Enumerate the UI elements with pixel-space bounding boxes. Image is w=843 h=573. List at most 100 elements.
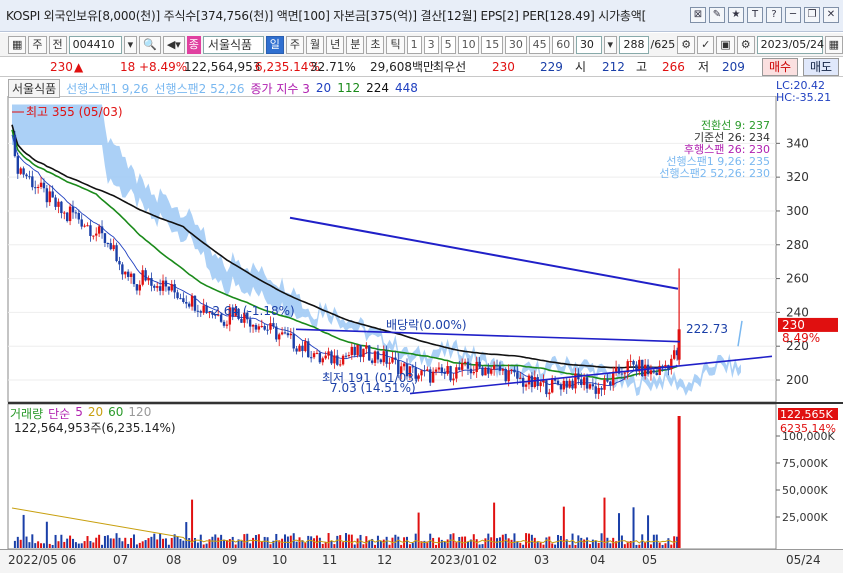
candle-body — [48, 191, 51, 203]
check-icon[interactable]: ✓ — [697, 35, 715, 54]
search-button[interactable]: 🔍 — [139, 35, 161, 54]
volume-bar — [135, 544, 138, 548]
volume-bar — [307, 535, 310, 548]
star-icon[interactable]: ★ — [728, 7, 744, 23]
x-axis-label: 02 — [482, 553, 498, 567]
period-month[interactable]: 월 — [305, 35, 325, 54]
candle-body — [519, 377, 522, 379]
quote-bar: 230 ▲ 18 +8.49% 122,564,953 6,235.14% 32… — [0, 57, 843, 77]
candle-body-last — [677, 329, 681, 360]
volume-bar — [188, 538, 191, 548]
period-minute[interactable]: 분 — [346, 35, 365, 54]
volume-bar — [493, 502, 496, 548]
count-input[interactable]: 288 — [619, 35, 649, 54]
volume-current-label: 122,565K — [780, 408, 833, 421]
x-axis-label: 05 — [642, 553, 658, 567]
candle-body — [443, 372, 446, 374]
volume-bar — [623, 544, 626, 548]
help-icon[interactable]: ? — [766, 7, 782, 23]
edit-icon[interactable]: ✎ — [709, 7, 725, 23]
sell-button[interactable]: 매도 — [803, 58, 839, 76]
volume-bar — [408, 544, 411, 548]
interval-button[interactable]: 15 — [481, 35, 503, 54]
interval-button[interactable]: 10 — [457, 35, 480, 54]
volume-bar — [490, 537, 493, 548]
save-icon[interactable]: ▣ — [716, 35, 735, 54]
volume-bar — [211, 536, 214, 548]
volume-bar — [440, 539, 443, 548]
legend-stock-name[interactable]: 서울식품 — [8, 78, 61, 98]
volume-bar — [548, 536, 551, 548]
volume-bar — [649, 544, 652, 548]
code-input[interactable]: 004410 — [68, 35, 122, 54]
candle-body — [585, 377, 589, 389]
volume-bar — [478, 544, 481, 548]
amount-value: 29,608백만 — [370, 60, 435, 74]
dropdown-icon[interactable]: ▾ — [603, 35, 618, 54]
restore-icon[interactable]: ❐ — [804, 7, 820, 23]
volume-bar — [22, 514, 25, 548]
gear-icon[interactable]: ⚙ — [736, 35, 755, 54]
candle-body — [536, 377, 539, 387]
period-year[interactable]: 년 — [326, 35, 345, 54]
candle-body — [510, 369, 513, 371]
volume-bar — [205, 543, 208, 548]
candle-body — [263, 326, 266, 330]
candle-body — [36, 186, 40, 188]
interval-select[interactable]: 30 — [575, 35, 602, 54]
volume-bar — [269, 544, 272, 548]
buy-button[interactable]: 매수 — [762, 58, 798, 76]
volume-bar — [458, 537, 461, 548]
speaker-icon[interactable]: ◀▾ — [162, 35, 185, 54]
interval-button[interactable]: 30 — [504, 35, 527, 54]
window-buttons: ⊠ ✎ ★ T ? ─ ❐ ✕ — [690, 7, 839, 23]
candle-body — [533, 377, 536, 388]
date-input[interactable]: 2023/05/24 — [756, 35, 824, 54]
period-second[interactable]: 초 — [366, 35, 385, 54]
interval-button[interactable]: 3 — [423, 35, 439, 54]
interval-button[interactable]: 45 — [528, 35, 551, 54]
volume-bar — [620, 535, 623, 548]
candle-body — [60, 201, 63, 214]
pre-button[interactable]: 전 — [48, 35, 67, 54]
volume-bar — [321, 543, 324, 548]
candle-body — [272, 323, 275, 327]
volume-bar — [379, 541, 382, 548]
text-icon[interactable]: T — [747, 7, 763, 23]
volume-bar — [313, 538, 316, 548]
period-tick[interactable]: 틱 — [386, 35, 405, 54]
x-axis-label: 11 — [322, 553, 338, 567]
current-price: 230 — [50, 59, 73, 74]
candle-body — [298, 345, 301, 352]
candle-body — [498, 365, 502, 371]
period-day[interactable]: 일 — [265, 35, 284, 54]
legend-ma224: 224 — [366, 81, 390, 95]
volume-bar — [13, 540, 16, 548]
pin-icon[interactable]: ⊠ — [690, 7, 706, 23]
chart-settings-icon[interactable]: ⚙ — [677, 35, 696, 54]
candle-body — [153, 285, 156, 288]
calendar-icon[interactable]: ▦ — [824, 35, 843, 54]
volume-bar — [220, 534, 223, 548]
volume-bar — [385, 536, 388, 548]
kind-select[interactable]: 주 — [28, 35, 47, 54]
y-tick-label: 200 — [786, 373, 809, 387]
candle-body — [193, 295, 197, 311]
grid-icon[interactable]: ▦ — [8, 35, 27, 54]
candle-body — [394, 357, 397, 360]
interval-button[interactable]: 1 — [406, 35, 422, 54]
volume-bar — [664, 543, 667, 548]
period-week[interactable]: 주 — [285, 35, 304, 54]
volume-bar — [638, 544, 641, 548]
minimize-icon[interactable]: ─ — [785, 7, 801, 23]
candle-body — [420, 370, 423, 376]
candle-body — [295, 348, 298, 352]
candle-body — [620, 373, 624, 375]
search-icon[interactable]: ▾ — [123, 35, 138, 54]
interval-button[interactable]: 60 — [552, 35, 574, 54]
volume-bar — [574, 544, 577, 548]
interval-button[interactable]: 5 — [440, 35, 456, 54]
legend-ma112: 112 — [337, 81, 361, 95]
candle-body — [565, 380, 568, 388]
close-icon[interactable]: ✕ — [823, 7, 839, 23]
